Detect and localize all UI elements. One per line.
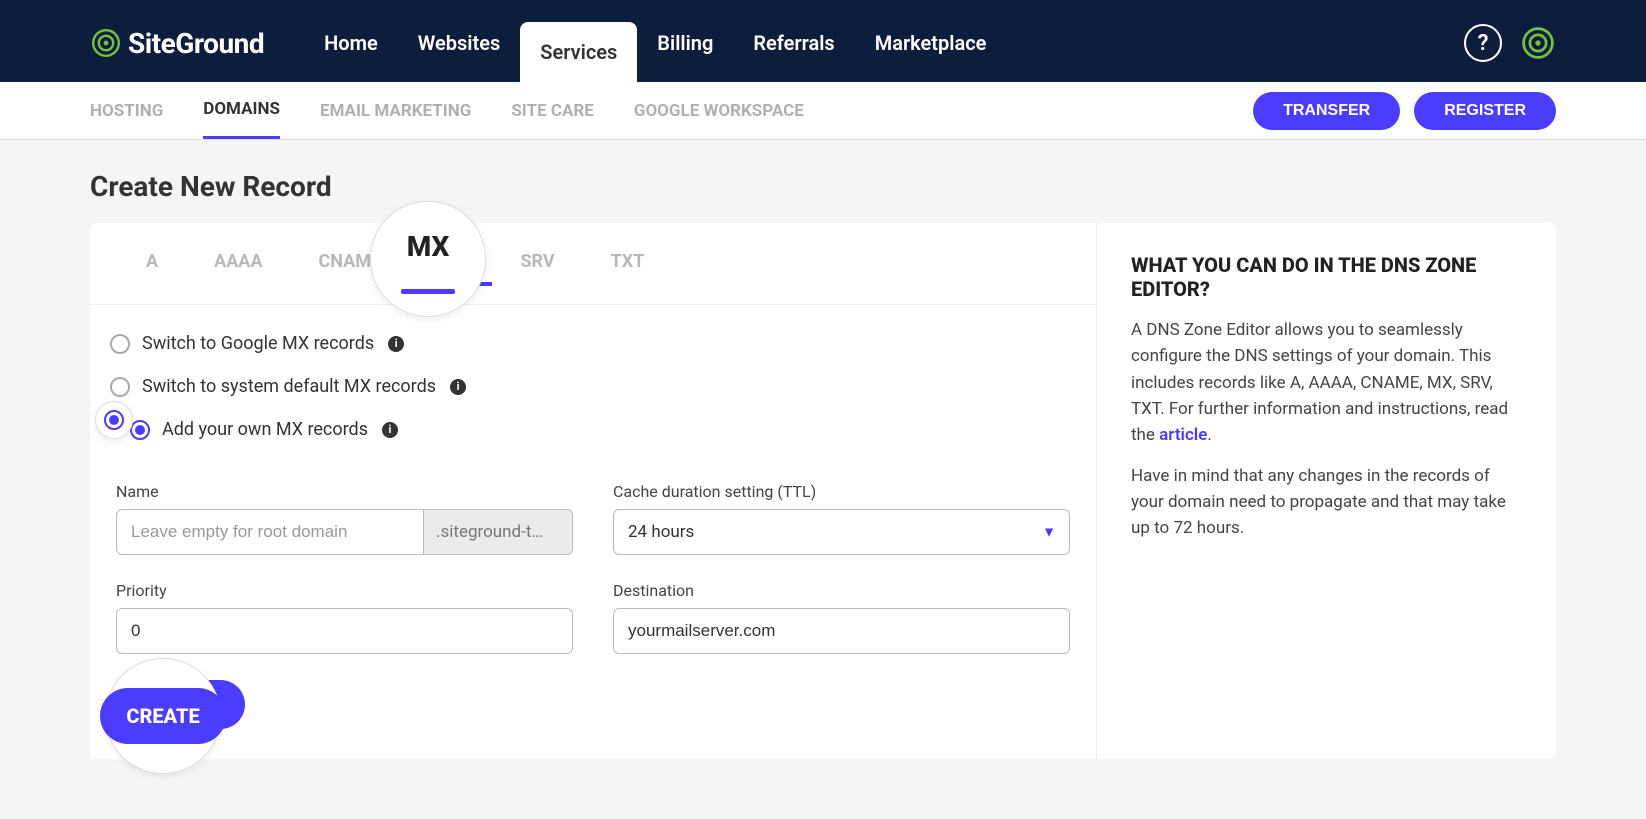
mx-form: Name .siteground-t… Cache duration setti… [90, 472, 1096, 759]
main-header: SiteGround Home Websites Services Billin… [0, 4, 1646, 82]
subnav-google-workspace[interactable]: GOOGLE WORKSPACE [634, 82, 804, 139]
info-icon[interactable]: i [450, 379, 466, 395]
page-content: Create New Record MX A AAAA CNAME MX SRV… [0, 140, 1646, 819]
mx-magnify-label: MX [407, 230, 450, 263]
radio-label: Switch to Google MX records [142, 333, 374, 354]
logo-swirl-icon [90, 27, 122, 59]
help-icon[interactable]: ? [1464, 24, 1502, 62]
radio-label: Add your own MX records [162, 419, 368, 440]
radio-google-mx[interactable]: Switch to Google MX records i [110, 333, 1076, 354]
subnav-domains[interactable]: DOMAINS [203, 82, 280, 139]
name-input[interactable] [116, 509, 423, 555]
name-input-wrap: .siteground-t… [116, 509, 573, 555]
info-icon[interactable]: i [388, 336, 404, 352]
sidebar-paragraph-1: A DNS Zone Editor allows you to seamless… [1131, 317, 1526, 449]
subnav-email-marketing[interactable]: EMAIL MARKETING [320, 82, 471, 139]
nav-websites[interactable]: Websites [398, 4, 521, 82]
nav-services[interactable]: Services [520, 22, 637, 82]
highlight-radio-icon [104, 410, 124, 430]
subnav-site-care[interactable]: SITE CARE [511, 82, 594, 139]
sub-nav: HOSTING DOMAINS EMAIL MARKETING SITE CAR… [0, 82, 1646, 140]
rectab-aaaa[interactable]: AAAA [186, 243, 290, 286]
radio-icon [130, 420, 150, 440]
mx-option-list: Switch to Google MX records i Switch to … [90, 305, 1096, 472]
mx-magnify-bar [401, 289, 455, 294]
nav-billing[interactable]: Billing [637, 4, 733, 82]
radio-own-mx[interactable]: Add your own MX records i [110, 419, 1076, 440]
header-right: ? [1464, 24, 1556, 62]
sub-nav-right: TRANSFER REGISTER [1253, 92, 1556, 130]
sidebar-p1-text-b: . [1207, 425, 1211, 445]
nav-marketplace[interactable]: Marketplace [855, 4, 1007, 82]
priority-input[interactable] [116, 608, 573, 654]
nav-home[interactable]: Home [304, 4, 398, 82]
name-label: Name [116, 482, 573, 501]
name-suffix: .siteground-t… [423, 509, 573, 555]
logo[interactable]: SiteGround [90, 27, 264, 60]
radio-icon [110, 377, 130, 397]
radio-selected-highlight [95, 401, 133, 439]
radio-system-default-mx[interactable]: Switch to system default MX records i [110, 376, 1076, 397]
sidebar-help: WHAT YOU CAN DO IN THE DNS ZONE EDITOR? … [1096, 223, 1556, 759]
account-swirl-icon[interactable] [1520, 25, 1556, 61]
register-button[interactable]: REGISTER [1414, 92, 1556, 130]
logo-text: SiteGround [128, 27, 264, 60]
create-highlight-label: CREATE [100, 688, 225, 744]
sidebar-paragraph-2: Have in mind that any changes in the rec… [1131, 463, 1526, 542]
destination-label: Destination [613, 581, 1070, 600]
card-main: MX A AAAA CNAME MX SRV TXT Switch to Goo… [90, 223, 1096, 759]
subnav-hosting[interactable]: HOSTING [90, 82, 163, 139]
mx-magnify-highlight: MX [370, 201, 486, 317]
field-name: Name .siteground-t… [116, 482, 573, 555]
rectab-a[interactable]: A [118, 243, 186, 286]
radio-label: Switch to system default MX records [142, 376, 436, 397]
ttl-label: Cache duration setting (TTL) [613, 482, 1070, 501]
info-icon[interactable]: i [382, 422, 398, 438]
transfer-button[interactable]: TRANSFER [1253, 92, 1400, 130]
article-link[interactable]: article [1159, 425, 1207, 445]
sidebar-title: WHAT YOU CAN DO IN THE DNS ZONE EDITOR? [1131, 253, 1526, 301]
radio-icon [110, 334, 130, 354]
field-ttl: Cache duration setting (TTL) 24 hours ▼ [613, 482, 1070, 555]
sub-nav-left: HOSTING DOMAINS EMAIL MARKETING SITE CAR… [90, 82, 804, 139]
ttl-select[interactable]: 24 hours ▼ [613, 509, 1070, 555]
record-card: MX A AAAA CNAME MX SRV TXT Switch to Goo… [90, 223, 1556, 759]
rectab-txt[interactable]: TXT [583, 243, 673, 286]
create-button-highlight: CREATE [105, 658, 221, 774]
nav-referrals[interactable]: Referrals [733, 4, 854, 82]
rectab-srv[interactable]: SRV [492, 243, 582, 286]
main-nav: Home Websites Services Billing Referrals… [304, 4, 1006, 82]
priority-label: Priority [116, 581, 573, 600]
ttl-value: 24 hours [613, 509, 1070, 555]
page-title: Create New Record [90, 170, 1556, 203]
create-row: CREATE [116, 680, 1070, 729]
field-priority: Priority [116, 581, 573, 654]
record-type-tabs: A AAAA CNAME MX SRV TXT [90, 223, 1096, 305]
destination-input[interactable] [613, 608, 1070, 654]
field-destination: Destination [613, 581, 1070, 654]
